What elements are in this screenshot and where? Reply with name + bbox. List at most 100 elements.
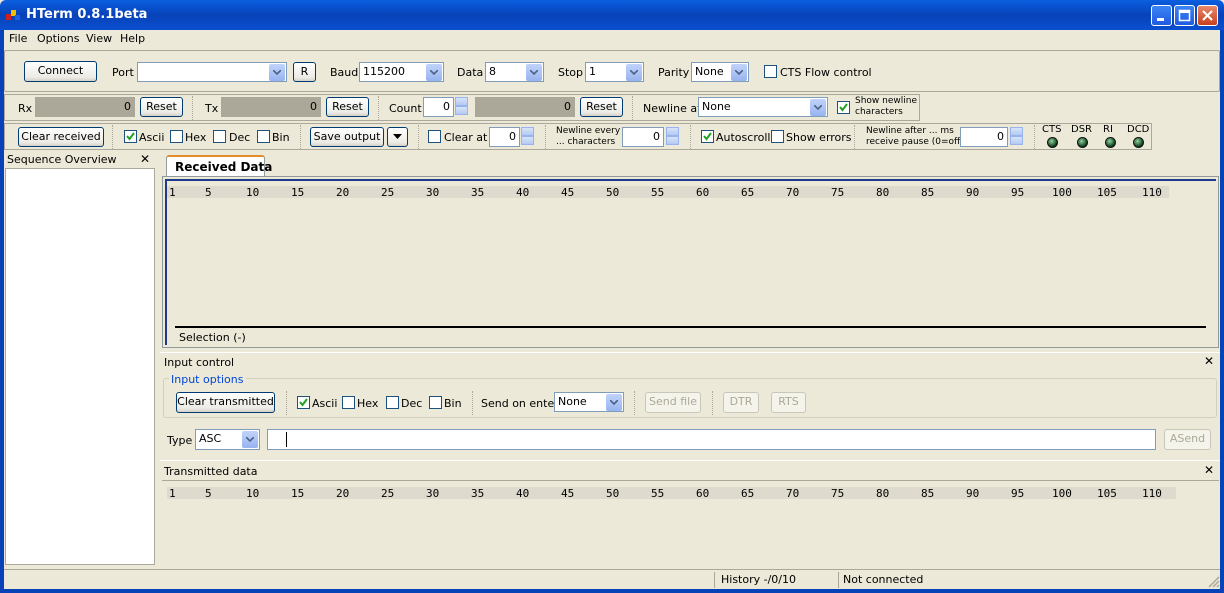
spin-up-icon[interactable] (455, 97, 468, 106)
separator (192, 96, 193, 120)
spin-up-icon[interactable] (521, 127, 534, 136)
parity-select[interactable]: None (691, 62, 749, 82)
selection-label: Selection (-) (179, 331, 246, 344)
ruler-tick-label: 30 (426, 186, 440, 199)
clear-transmitted-button[interactable]: Clear transmitted (176, 392, 275, 413)
tx-dec-checkbox[interactable] (386, 396, 399, 409)
ruler-tick-label: 5 (205, 487, 212, 500)
chevron-down-icon (426, 64, 442, 81)
tx-bin-checkbox[interactable] (429, 396, 442, 409)
spin-up-icon[interactable] (666, 127, 679, 136)
connect-button[interactable]: Connect (24, 61, 97, 82)
baud-select[interactable]: 115200 (359, 62, 444, 82)
newline-after-input[interactable]: 0 (960, 127, 1008, 147)
ruler-tick-label: 95 (1011, 487, 1025, 500)
tab-received-data[interactable]: Received Data (166, 155, 272, 176)
ruler-tick-label: 15 (291, 487, 305, 500)
count-reset-button[interactable]: Reset (580, 97, 623, 117)
rx-dec-checkbox[interactable] (213, 130, 226, 143)
ruler-tick-label: 1 (169, 487, 176, 500)
clear-at-spinner[interactable] (521, 127, 534, 145)
spin-down-icon[interactable] (1010, 136, 1023, 145)
separator (472, 391, 473, 415)
data-bits-select[interactable]: 8 (485, 62, 544, 82)
clear-at-checkbox[interactable] (428, 130, 441, 143)
type-label: Type (167, 434, 193, 447)
ruler-tick-label: 20 (336, 487, 350, 500)
ruler-tick-label: 45 (561, 186, 575, 199)
port-select[interactable] (137, 62, 287, 82)
rx-hex-checkbox[interactable] (170, 130, 183, 143)
tx-ascii-checkbox[interactable] (297, 396, 310, 409)
send-file-button[interactable]: Send file (645, 392, 701, 413)
ruler-tick-label: 1 (169, 186, 176, 199)
dtr-button[interactable]: DTR (723, 392, 759, 413)
stop-bits-label: Stop (558, 66, 584, 79)
sequence-overview-list[interactable] (5, 168, 155, 565)
newline-every-label-2: ... characters (556, 137, 616, 147)
resize-grip-icon[interactable] (1208, 576, 1220, 588)
status-bar: History -/0/10 Not connected (4, 569, 1220, 589)
count-input[interactable]: 0 (423, 97, 454, 117)
refresh-ports-button[interactable]: R (293, 62, 316, 82)
save-output-dropdown[interactable] (387, 127, 408, 147)
stop-bits-select[interactable]: 1 (585, 62, 644, 82)
save-output-button[interactable]: Save output (310, 127, 384, 147)
show-newline-checkbox[interactable] (837, 101, 850, 114)
menu-help[interactable]: Help (120, 32, 145, 45)
spin-up-icon[interactable] (1010, 127, 1023, 136)
ruler-tick-label: 5 (205, 186, 212, 199)
count-label: Count (389, 102, 422, 115)
ruler-tick-label: 40 (516, 487, 530, 500)
count-spinner[interactable] (455, 97, 468, 115)
menu-file[interactable]: File (9, 32, 27, 45)
cts-led-icon (1047, 137, 1058, 148)
clear-at-input[interactable]: 0 (489, 127, 520, 147)
input-control-title: Input control (164, 356, 235, 369)
ri-signal-label: RI (1103, 124, 1113, 135)
newline-after-spinner[interactable] (1010, 127, 1023, 145)
ruler-tick-label: 80 (876, 487, 890, 500)
ruler-tick-label: 85 (921, 487, 935, 500)
clear-received-button[interactable]: Clear received (18, 127, 104, 147)
send-input[interactable] (267, 429, 1156, 450)
close-icon[interactable]: ✕ (140, 152, 150, 166)
ruler-tick-label: 65 (741, 487, 755, 500)
minimize-button[interactable] (1151, 5, 1172, 26)
ruler-tick-label: 110 (1142, 186, 1162, 199)
menu-options[interactable]: Options (37, 32, 79, 45)
spin-down-icon[interactable] (455, 106, 468, 115)
ruler-tick-label: 80 (876, 186, 890, 199)
tx-hex-checkbox[interactable] (342, 396, 355, 409)
send-on-enter-select[interactable]: None (554, 392, 624, 412)
baud-value: 115200 (363, 65, 405, 78)
newline-every-input[interactable]: 0 (622, 127, 664, 147)
type-select[interactable]: ASC (195, 429, 260, 450)
rts-button[interactable]: RTS (771, 392, 806, 413)
chevron-down-icon (626, 64, 642, 81)
received-data-view[interactable] (165, 179, 1216, 345)
ruler-tick-label: 55 (651, 487, 665, 500)
rx-bin-checkbox[interactable] (257, 130, 270, 143)
newline-every-spinner[interactable] (666, 127, 679, 145)
window-border-left (0, 30, 4, 593)
spin-down-icon[interactable] (666, 136, 679, 145)
close-icon[interactable]: ✕ (1204, 463, 1214, 477)
rx-reset-button[interactable]: Reset (140, 97, 183, 117)
close-icon (1202, 10, 1213, 21)
close-icon[interactable]: ✕ (1204, 354, 1214, 368)
spin-down-icon[interactable] (521, 136, 534, 145)
ruler-tick-label: 20 (336, 186, 350, 199)
rx-ascii-checkbox[interactable] (124, 130, 137, 143)
autoscroll-checkbox[interactable] (701, 130, 714, 143)
cts-flow-checkbox[interactable] (764, 65, 777, 78)
close-window-button[interactable] (1197, 5, 1218, 26)
show-errors-checkbox[interactable] (771, 130, 784, 143)
asend-button[interactable]: ASend (1164, 429, 1211, 450)
parity-value: None (695, 65, 724, 78)
newline-at-select[interactable]: None (698, 97, 828, 117)
dcd-led-icon (1133, 137, 1144, 148)
menu-view[interactable]: View (86, 32, 112, 45)
maximize-button[interactable] (1174, 5, 1195, 26)
tx-reset-button[interactable]: Reset (326, 97, 369, 117)
